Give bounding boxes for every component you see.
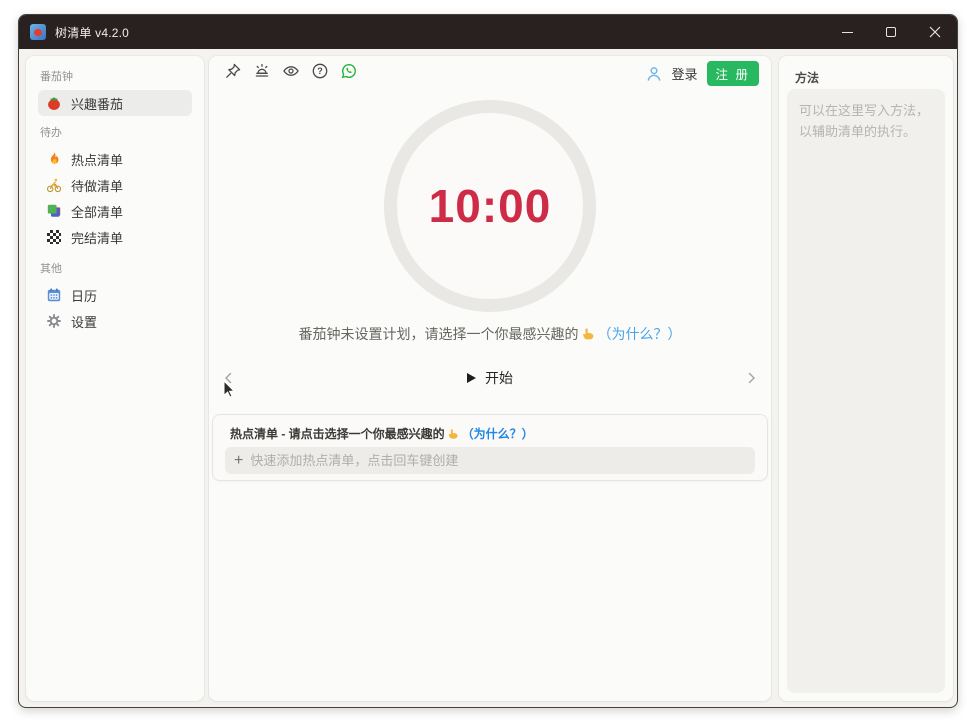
chevron-right-icon	[748, 372, 755, 384]
start-label: 开始	[485, 370, 513, 386]
help-button[interactable]: ?	[310, 61, 329, 80]
prev-button[interactable]	[219, 368, 239, 388]
svg-text:?: ?	[317, 66, 323, 76]
timer-caption: 番茄钟未设置计划，请选择一个你最感兴趣的 （为什么？）	[209, 324, 771, 344]
sidebar: 番茄钟 兴趣番茄 待办 热点清单 待做清单 全部清单 完结清单 其他 日历 设置	[26, 56, 204, 701]
app-window: 树清单 v4.2.0 番茄钟 兴趣番茄 待办 热点清单 待做清单 全部清单 完结…	[18, 14, 958, 708]
sidebar-item-label: 完结清单	[71, 230, 124, 246]
sidebar-item-todo-list[interactable]: 待做清单	[38, 172, 192, 198]
sidebar-item-label: 全部清单	[71, 204, 124, 220]
finger-up-icon	[447, 428, 459, 443]
eye-icon	[282, 65, 299, 76]
quick-add-field[interactable]: +	[225, 447, 755, 474]
quick-add-input[interactable]	[250, 453, 746, 468]
whatsapp-icon	[341, 63, 356, 78]
fire-icon	[46, 151, 62, 167]
user-icon	[645, 65, 663, 83]
start-button[interactable]: 开始	[467, 366, 513, 390]
plus-icon: +	[234, 451, 244, 469]
maximize-button[interactable]	[869, 15, 913, 49]
timer-time: 10:00	[428, 180, 552, 232]
titlebar[interactable]: 树清单 v4.2.0	[19, 15, 957, 49]
pomodoro-timer-circle: 10:00	[384, 100, 596, 312]
section-label-pomodoro: 番茄钟	[40, 71, 73, 83]
chevron-left-icon	[225, 372, 232, 384]
sidebar-item-interest-tomato[interactable]: 兴趣番茄	[38, 90, 192, 116]
sidebar-item-label: 待做清单	[71, 178, 124, 194]
sidebar-item-finished-list[interactable]: 完结清单	[38, 224, 192, 250]
close-icon	[929, 26, 941, 38]
stacked-squares-icon	[46, 203, 62, 219]
finger-up-icon	[581, 327, 595, 344]
whatsapp-button[interactable]	[339, 61, 358, 80]
window-title: 树清单 v4.2.0	[55, 25, 130, 40]
why-link[interactable]: （为什么？）	[598, 326, 682, 342]
sidebar-item-settings[interactable]: 设置	[38, 308, 192, 334]
gear-icon	[46, 313, 62, 329]
account-area: 登录 注 册	[645, 61, 759, 86]
section-label-todo: 待办	[40, 127, 62, 139]
sidebar-item-label: 日历	[71, 288, 98, 304]
main-panel: ? 登录 注 册 10:00 番茄钟未设置计划，请选择一个你最感兴趣的 （为什么…	[209, 56, 771, 701]
cyclist-icon	[46, 177, 62, 193]
next-button[interactable]	[741, 368, 761, 388]
checkerboard-icon	[46, 229, 62, 245]
alarm-icon	[255, 63, 268, 77]
methods-textarea-box	[787, 89, 945, 693]
alarm-button[interactable]	[252, 61, 271, 80]
register-button[interactable]: 注 册	[706, 61, 759, 86]
help-icon: ?	[312, 63, 327, 78]
pin-icon	[225, 63, 240, 78]
hotlist-why-link[interactable]: （为什么？）	[462, 427, 534, 441]
timer-caption-text: 番茄钟未设置计划，请选择一个你最感兴趣的	[298, 326, 579, 342]
hotlist-header-text: 热点清单 - 请点击选择一个你最感兴趣的	[230, 427, 445, 441]
app-logo-icon	[30, 24, 46, 40]
minimize-button[interactable]	[825, 15, 869, 49]
main-toolbar: ?	[223, 61, 358, 80]
timer-nav-row: 开始	[209, 366, 771, 390]
play-icon	[467, 373, 476, 383]
tomato-icon	[46, 95, 62, 111]
methods-textarea[interactable]	[787, 89, 945, 693]
close-button[interactable]	[913, 15, 957, 49]
login-link[interactable]: 登录	[672, 64, 698, 83]
sidebar-item-label: 热点清单	[71, 152, 124, 168]
hotlist-header: 热点清单 - 请点击选择一个你最感兴趣的 （为什么？）	[230, 425, 534, 443]
methods-panel: 方法	[779, 56, 953, 701]
sidebar-item-label: 兴趣番茄	[71, 96, 124, 112]
section-label-other: 其他	[40, 263, 62, 275]
hotlist-box: 热点清单 - 请点击选择一个你最感兴趣的 （为什么？） +	[212, 414, 768, 481]
sidebar-item-label: 设置	[71, 314, 98, 330]
sidebar-item-calendar[interactable]: 日历	[38, 282, 192, 308]
calendar-icon	[46, 287, 62, 303]
minimize-icon	[841, 31, 853, 33]
eye-button[interactable]	[281, 61, 300, 80]
methods-title: 方法	[795, 71, 820, 85]
pin-button[interactable]	[223, 61, 242, 80]
sidebar-item-all-lists[interactable]: 全部清单	[38, 198, 192, 224]
sidebar-item-hot-list[interactable]: 热点清单	[38, 146, 192, 172]
maximize-icon	[886, 27, 896, 37]
